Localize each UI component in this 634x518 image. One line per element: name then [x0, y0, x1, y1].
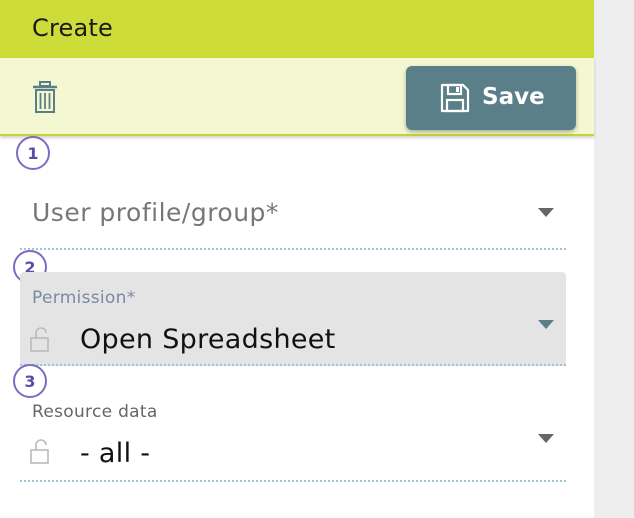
floppy-disk-icon: [440, 83, 470, 113]
save-button[interactable]: Save: [406, 66, 576, 130]
delete-button[interactable]: [30, 80, 60, 114]
create-panel: Create Save 1 User profile/group* 2 Perm…: [0, 0, 594, 518]
trash-icon: [33, 81, 57, 113]
user-profile-placeholder: User profile/group*: [32, 198, 279, 227]
unlock-icon: [30, 439, 49, 464]
user-profile-group-select[interactable]: User profile/group*: [20, 180, 566, 250]
step-badge-1: 1: [16, 136, 50, 170]
permission-label: Permission*: [32, 288, 136, 308]
unlock-icon: [30, 327, 49, 352]
page-title: Create: [32, 14, 113, 42]
scrollbar-track[interactable]: [594, 0, 634, 518]
action-toolbar: Save: [0, 58, 594, 136]
resource-data-select[interactable]: Resource data - all -: [20, 388, 566, 482]
save-button-label: Save: [482, 84, 545, 110]
resource-data-label: Resource data: [32, 402, 158, 422]
resource-data-value: - all -: [80, 438, 151, 469]
permission-select[interactable]: Permission* Open Spreadsheet: [20, 272, 566, 366]
chevron-down-icon[interactable]: [538, 434, 554, 443]
chevron-down-icon[interactable]: [538, 208, 554, 217]
chevron-down-icon[interactable]: [538, 320, 554, 329]
permission-value: Open Spreadsheet: [80, 324, 336, 355]
panel-header: Create: [0, 0, 594, 58]
